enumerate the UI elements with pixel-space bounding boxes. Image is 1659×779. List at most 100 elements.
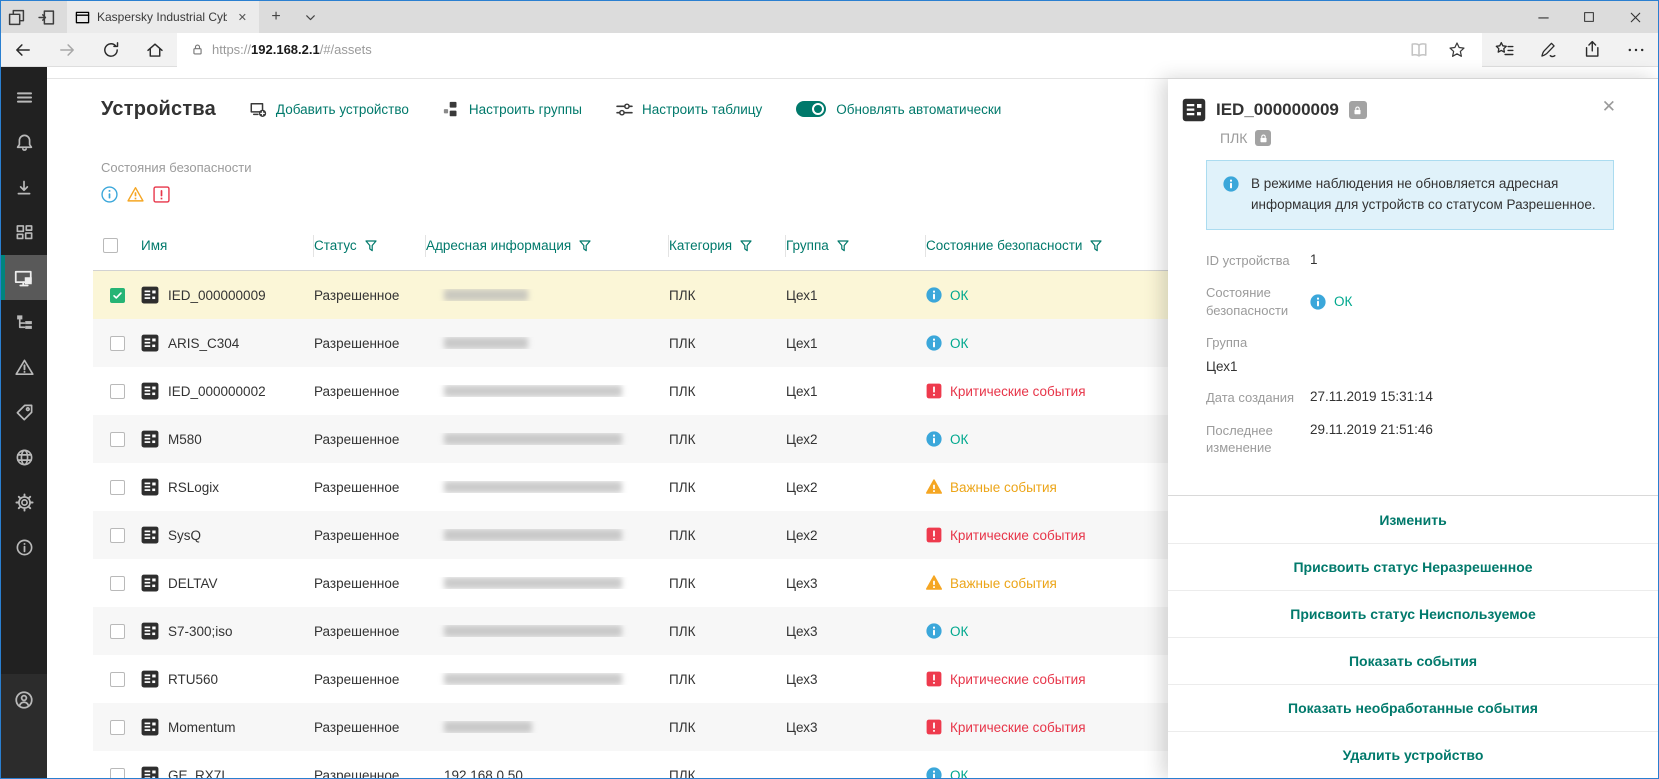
sidebar-item-about[interactable] (1, 525, 47, 570)
group-cell: Цех1 (786, 288, 926, 303)
auto-refresh-toggle[interactable]: Обновлять автоматически (796, 101, 1001, 117)
column-header-5[interactable]: Группа (786, 235, 926, 257)
sidebar-item-tags[interactable] (1, 390, 47, 435)
sidebar-item-network-map[interactable] (1, 300, 47, 345)
home-button[interactable] (133, 41, 177, 59)
favorite-star-icon[interactable] (1442, 41, 1472, 59)
panel-close-icon[interactable]: ✕ (1602, 97, 1616, 117)
column-header-2[interactable]: Статус (314, 235, 426, 257)
refresh-button[interactable] (89, 41, 133, 59)
lock-icon (1255, 130, 1271, 146)
row-checkbox[interactable] (110, 480, 125, 495)
address-cell (426, 481, 669, 493)
address-text: 192.168.0.50 (444, 768, 523, 779)
security-label: ОК (950, 288, 968, 303)
row-checkbox[interactable] (110, 384, 125, 399)
device-icon (141, 526, 159, 544)
row-checkbox[interactable] (110, 624, 125, 639)
panel-action-button[interactable]: Присвоить статус Неиспользуемое (1168, 590, 1658, 637)
bell-icon (15, 133, 34, 152)
security-label: Критические события (950, 720, 1086, 735)
sidebar-item-notifications[interactable] (1, 120, 47, 165)
row-checkbox-cell (93, 336, 141, 351)
filter-icon[interactable] (1090, 240, 1102, 252)
more-options-icon[interactable] (1614, 40, 1658, 59)
minimize-button[interactable] (1520, 1, 1566, 33)
column-label: Имя (141, 238, 167, 253)
hamburger-icon (15, 88, 34, 107)
auto-refresh-label: Обновлять автоматически (836, 102, 1001, 117)
row-checkbox[interactable] (110, 720, 125, 735)
column-header-1[interactable]: Имя (141, 235, 314, 257)
device-name: IED_000000002 (168, 384, 266, 399)
sidebar-item-reports[interactable] (1, 165, 47, 210)
hub-icon[interactable] (1482, 40, 1526, 59)
sidebar-item-network-control[interactable] (1, 435, 47, 480)
close-window-button[interactable] (1612, 1, 1658, 33)
row-checkbox[interactable] (110, 528, 125, 543)
tab-title: Kaspersky Industrial Cyb (97, 10, 227, 24)
dashboard-icon (15, 223, 34, 242)
sidebar-item-account[interactable] (1, 674, 47, 778)
device-icon (141, 334, 159, 352)
browser-tab[interactable]: Kaspersky Industrial Cyb ✕ (67, 1, 259, 33)
device-name: RSLogix (168, 480, 219, 495)
info-outline-icon (101, 186, 118, 203)
sidebar-item-menu[interactable] (1, 75, 47, 120)
field-value: ОК (1310, 284, 1352, 319)
row-checkbox[interactable] (110, 336, 125, 351)
ink-pen-icon[interactable] (1526, 40, 1570, 59)
forward-button[interactable] (45, 41, 89, 59)
column-header-4[interactable]: Категория (669, 235, 786, 257)
reading-view-icon[interactable] (1404, 41, 1434, 59)
back-button[interactable] (1, 41, 45, 59)
tabs-restore-icon[interactable] (31, 1, 61, 33)
filter-icon[interactable] (365, 240, 377, 252)
column-label: Категория (669, 238, 732, 253)
filter-icon[interactable] (579, 240, 591, 252)
column-header-3[interactable]: Адресная информация (426, 235, 669, 257)
row-checkbox[interactable] (110, 288, 125, 303)
row-checkbox[interactable] (110, 432, 125, 447)
tab-preview-chevron-icon[interactable] (293, 1, 327, 33)
status-cell: Разрешенное (314, 432, 426, 447)
toggle-switch[interactable] (796, 101, 826, 117)
tab-close-icon[interactable]: ✕ (234, 9, 251, 26)
group-cell: Цех3 (786, 672, 926, 687)
sidebar-item-devices[interactable] (1, 255, 47, 300)
panel-action-button[interactable]: Присвоить статус Неразрешенное (1168, 543, 1658, 590)
maximize-button[interactable] (1566, 1, 1612, 33)
tabs-set-aside-icon[interactable] (1, 1, 31, 33)
configure-table-button[interactable]: Настроить таблицу (616, 101, 762, 118)
security-label: ОК (950, 432, 968, 447)
new-tab-button[interactable]: + (259, 1, 293, 33)
device-icon (141, 478, 159, 496)
filter-ok-icon[interactable] (101, 186, 118, 203)
address-bar[interactable]: https://192.168.2.1/#/assets (177, 33, 1482, 67)
row-checkbox[interactable] (110, 576, 125, 591)
column-label: Статус (314, 238, 357, 253)
filter-critical-icon[interactable] (153, 186, 170, 203)
url-text[interactable]: https://192.168.2.1/#/assets (212, 42, 1396, 57)
group-cell: Цех2 (786, 480, 926, 495)
share-icon[interactable] (1570, 40, 1614, 59)
sidebar-item-dashboard[interactable] (1, 210, 47, 255)
sidebar-item-settings[interactable] (1, 480, 47, 525)
configure-groups-button[interactable]: Настроить группы (443, 101, 582, 118)
panel-action-button[interactable]: Изменить (1168, 496, 1658, 543)
panel-action-button[interactable]: Показать события (1168, 637, 1658, 684)
row-checkbox-cell (93, 672, 141, 687)
panel-action-button[interactable]: Показать необработанные события (1168, 684, 1658, 731)
security-label: Важные события (950, 480, 1057, 495)
category-cell: ПЛК (669, 528, 786, 543)
select-all-checkbox[interactable] (103, 238, 118, 253)
address-cell (426, 625, 669, 637)
row-checkbox[interactable] (110, 768, 125, 779)
filter-warning-icon[interactable] (127, 186, 144, 203)
add-device-button[interactable]: Добавить устройство (250, 101, 409, 118)
panel-action-button[interactable]: Удалить устройство (1168, 731, 1658, 778)
filter-icon[interactable] (837, 240, 849, 252)
sidebar-item-events[interactable] (1, 345, 47, 390)
filter-icon[interactable] (740, 240, 752, 252)
row-checkbox[interactable] (110, 672, 125, 687)
